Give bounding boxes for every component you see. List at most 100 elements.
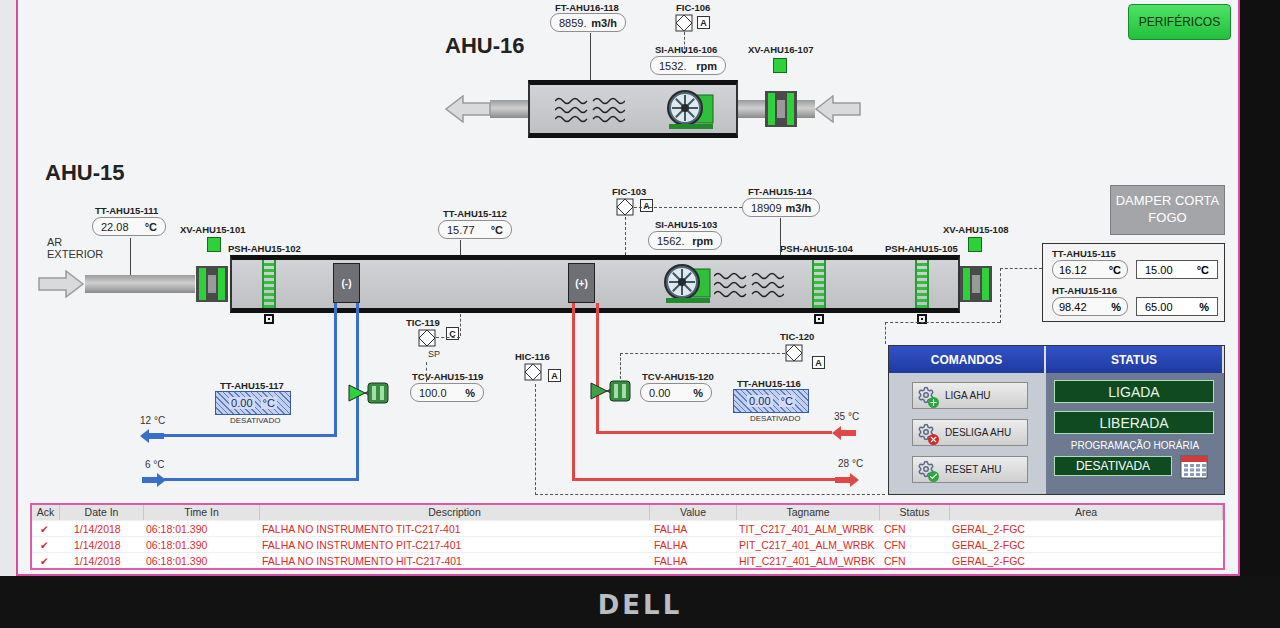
instrument-tag: TIC-120 (780, 331, 814, 342)
command-button[interactable]: LIGA AHU (912, 382, 1028, 409)
flow-reading: 18909 m3/h (742, 198, 820, 217)
alarm-row[interactable]: ✔1/14/201806:18:01.390FALHA NO INSTRUMEN… (32, 520, 1223, 536)
pipe-label: 28 °C (838, 458, 863, 469)
damper-status[interactable] (968, 237, 982, 252)
status-indicator: LIGADA (1054, 380, 1214, 403)
column-header[interactable]: Description (260, 505, 650, 520)
setpoint-label: SP (428, 350, 440, 360)
valve-icon (581, 378, 641, 404)
reading-unit: °C (491, 224, 503, 236)
pressure-switch (814, 314, 824, 324)
pipe-label: 12 °C (140, 415, 165, 426)
reading-unit: rpm (692, 235, 713, 247)
inlet-label-line: AR (47, 236, 103, 248)
schedule-status: DESATIVADA (1054, 456, 1172, 476)
fan-icon (665, 88, 715, 130)
room-reading: 98.42% (1052, 297, 1128, 316)
commands-header: COMANDOS (889, 346, 1046, 373)
status-label: DESATIVADO (230, 417, 280, 426)
setpoint-field[interactable]: 65.00% (1136, 297, 1218, 316)
temperature-reading: 22.08°C (92, 217, 166, 236)
hmi-frame: PERIFÉRICOSAHU-16FT-AHU16-1188859.m3/hFI… (16, 0, 1240, 576)
column-header[interactable]: Area (950, 505, 1223, 520)
coil-icon (555, 95, 625, 125)
alarm-header: AckDate InTime InDescriptionValueTagname… (32, 505, 1223, 520)
room-panel: TT-AHU15-11516.12°C15.00°CHT-AHU15-11698… (1042, 243, 1225, 322)
column-header[interactable]: Status (880, 505, 950, 520)
filter (915, 260, 929, 308)
instrument-tag: TCV-AHU15-119 (412, 371, 483, 382)
brand-logo: DELL (598, 584, 682, 620)
reading-value: 1532. (659, 60, 687, 72)
mode-indicator: A (697, 16, 710, 29)
inlet-label-line: EXTERIOR (47, 248, 103, 260)
speed-reading: 1562. rpm (648, 231, 722, 250)
instrument-tag: HIC-116 (515, 351, 550, 362)
reading-value: 18909 (751, 202, 782, 214)
calendar-icon[interactable] (1180, 453, 1208, 479)
instrument-tag: SI-AHU15-103 (655, 219, 717, 230)
alarm-row[interactable]: ✔1/14/201806:18:01.390FALHA NO INSTRUMEN… (32, 552, 1223, 568)
fire-damper-button[interactable]: DAMPER CORTA FOGO (1110, 185, 1225, 235)
reading-value: 8859. (559, 17, 587, 29)
water-arrow-icon (835, 473, 859, 487)
instrument-icon (616, 198, 634, 216)
valve-reading: 100.0% (410, 383, 484, 402)
reading-unit: m3/h (786, 202, 812, 214)
cooling-coil: (-) (333, 263, 360, 303)
status-header: STATUS (1046, 346, 1224, 373)
instrument-icon (524, 363, 542, 381)
peripherals-button[interactable]: PERIFÉRICOS (1128, 4, 1231, 40)
gear-icon (917, 423, 937, 443)
instrument-tag: XV-AHU16-107 (748, 44, 813, 55)
column-header[interactable]: Date In (60, 505, 144, 520)
fan-icon (662, 262, 712, 304)
flow-reading: 8859. m3/h (550, 13, 626, 32)
water-arrow-icon (140, 429, 164, 443)
status-indicator: LIBERADA (1054, 411, 1214, 434)
command-button[interactable]: DESLIGA AHU (912, 419, 1028, 446)
reading-value: 1562. (657, 235, 685, 247)
instrument-tag: TCV-AHU15-120 (642, 371, 714, 382)
reading-value: 100.0 (419, 387, 447, 399)
damper-status[interactable] (773, 58, 787, 73)
air-arrow-icon (815, 95, 861, 123)
screen: PERIFÉRICOSAHU-16FT-AHU16-1188859.m3/hFI… (0, 0, 1240, 576)
setpoint-field[interactable]: 15.00°C (1136, 260, 1218, 279)
gear-icon (917, 386, 937, 406)
command-panel: COMANDOSSTATUS LIGA AHU DESLIGA AHU RESET A… (888, 345, 1225, 495)
damper-icon (960, 266, 992, 302)
instrument-tag: TT-AHU15-117 (220, 380, 284, 391)
damper-icon (765, 91, 797, 127)
instrument-tag: XV-AHU15-101 (180, 224, 245, 235)
alarm-table: AckDate InTime InDescriptionValueTagname… (30, 503, 1225, 570)
instrument-tag: PSH-AHU15-102 (228, 243, 301, 254)
gear-icon (917, 460, 937, 480)
pipe-label: 6 °C (145, 459, 165, 470)
coil-icon (714, 270, 784, 300)
instrument-tag: PSH-AHU15-105 (885, 243, 958, 254)
reading-unit: °C (145, 221, 157, 233)
column-header[interactable]: Value (650, 505, 737, 520)
ahu16-title: AHU-16 (445, 33, 524, 59)
column-header[interactable]: Ack (32, 505, 60, 520)
reading-unit: % (465, 387, 475, 399)
column-header[interactable]: Time In (144, 505, 260, 520)
reading-unit: m3/h (591, 17, 617, 29)
monitor-bezel: DELL (0, 576, 1280, 628)
mode-indicator: A (812, 356, 825, 369)
instrument-icon (418, 329, 436, 347)
instrument-tag: HT-AHU15-116 (1052, 285, 1218, 296)
heating-coil: (+) (568, 263, 595, 303)
temperature-reading: 15.77°C (438, 220, 512, 239)
command-button[interactable]: RESET AHU (912, 456, 1028, 483)
water-arrow-icon (142, 473, 166, 487)
alarm-row[interactable]: ✔1/14/201806:18:01.390FALHA NO INSTRUMEN… (32, 536, 1223, 552)
instrument-tag: FIC-103 (612, 186, 646, 197)
column-header[interactable]: Tagname (737, 505, 880, 520)
disabled-reading: 0.00°C (733, 389, 809, 413)
valve-reading: 0.00% (640, 383, 712, 402)
instrument-tag: TIC-119 (406, 317, 440, 328)
damper-status[interactable] (207, 237, 221, 252)
mode-indicator: A (548, 369, 561, 382)
